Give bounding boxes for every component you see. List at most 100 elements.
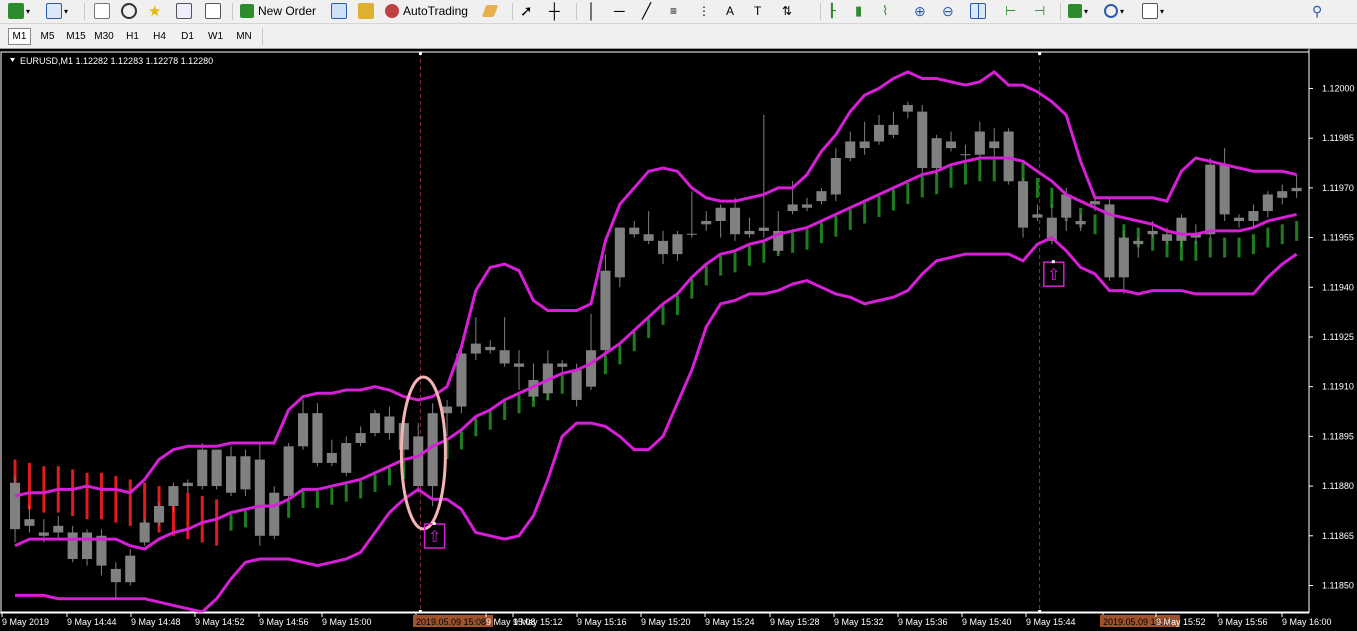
candle-body: [1118, 237, 1129, 278]
time-tick-label: 9 May 15:16: [577, 617, 627, 627]
candle: [139, 519, 150, 546]
buy-marker-handle: [1051, 260, 1055, 264]
search-icon[interactable]: ⚲: [1312, 2, 1322, 20]
crosshair-icon[interactable]: ┼: [549, 2, 560, 20]
candle-body: [874, 124, 885, 142]
candle-body: [197, 449, 208, 487]
cursor-icon[interactable]: ➚: [520, 2, 533, 20]
candle-body: [298, 413, 309, 447]
new-order-icon: [240, 4, 254, 18]
metaeditor-icon[interactable]: [358, 2, 374, 20]
navigator-icon[interactable]: [121, 2, 137, 20]
time-tick-label: 9 May 15:36: [898, 617, 948, 627]
candle-body: [384, 416, 395, 434]
price-tick-label: 1.12000: [1322, 83, 1355, 93]
timeframe-h4[interactable]: H4: [148, 28, 171, 45]
tile-windows-icon[interactable]: [970, 2, 986, 20]
timeframe-m30[interactable]: M30: [91, 28, 117, 45]
candle-body: [643, 234, 654, 241]
candle: [1104, 197, 1115, 281]
fibonacci-icon[interactable]: ≡: [670, 2, 677, 20]
candlestick-icon[interactable]: ▮: [855, 2, 862, 20]
candle-body: [1248, 211, 1259, 221]
candle-body: [802, 204, 813, 208]
candle-body: [125, 555, 136, 583]
candle-body: [586, 350, 597, 387]
favorites-icon[interactable]: ★: [148, 2, 161, 20]
timeframe-d1[interactable]: D1: [176, 28, 199, 45]
new-order-button[interactable]: New Order: [240, 2, 316, 20]
candle-body: [888, 124, 899, 135]
candle-body: [672, 234, 683, 255]
candle-body: [211, 449, 222, 487]
autoscroll-icon[interactable]: ⊣: [1034, 2, 1045, 20]
timeframe-m1[interactable]: M1: [8, 28, 31, 45]
candle-body: [1205, 164, 1216, 235]
horizontal-line-icon[interactable]: ─: [614, 2, 625, 20]
text-icon[interactable]: A: [726, 2, 734, 20]
candle: [283, 443, 294, 500]
candle-body: [1133, 240, 1144, 245]
price-tick-label: 1.11955: [1322, 233, 1354, 243]
price-tick-label: 1.11865: [1322, 531, 1354, 541]
price-tick-label: 1.11910: [1322, 382, 1354, 392]
candle: [269, 486, 280, 540]
candle-body: [859, 141, 870, 149]
indicators-icon[interactable]: ▾: [1068, 2, 1088, 20]
candle-body: [499, 350, 510, 364]
candle-body: [1234, 217, 1245, 221]
timeframe-mn[interactable]: MN: [231, 28, 257, 45]
candle-body: [845, 141, 856, 159]
price-chart[interactable]: ⇧ ⇧ 1.12000 1.11985 1.11970 1.11955 1.11940 1.…: [0, 49, 1357, 631]
time-tick-label: 9 May 15:32: [834, 617, 884, 627]
candle: [154, 502, 165, 526]
candle-body: [1176, 217, 1187, 241]
candle-body: [571, 370, 582, 400]
time-tick-label: 9 May 14:48: [131, 617, 181, 627]
candle-body: [485, 346, 496, 351]
periodicity-icon[interactable]: ▾: [1104, 2, 1124, 20]
candle-body: [816, 191, 827, 202]
time-tick-label: 9 May 2019: [2, 617, 49, 627]
fibonacci-fan-icon[interactable]: ⋮: [698, 2, 710, 20]
zoom-out-icon[interactable]: ⊖: [942, 2, 954, 20]
eraser-icon[interactable]: [481, 2, 499, 20]
candle-body: [629, 227, 640, 235]
candle-body: [1003, 131, 1014, 182]
candle-body: [830, 158, 841, 195]
chart-info-label: EURUSD,M1 1.12282 1.12283 1.12278 1.1228…: [20, 56, 213, 66]
candle-body: [341, 443, 352, 473]
bar-chart-icon[interactable]: ┠: [828, 2, 836, 20]
strategy-tester-icon[interactable]: [205, 2, 221, 20]
buy-marker-handle: [432, 521, 436, 525]
candle-body: [946, 141, 957, 149]
chart-shift-icon[interactable]: ⊢: [1005, 2, 1016, 20]
arrows-icon[interactable]: ⇅: [782, 2, 792, 20]
profiles-icon[interactable]: ▾: [46, 2, 68, 20]
line-chart-icon[interactable]: ⌇: [882, 2, 888, 20]
text-label-icon[interactable]: T: [754, 2, 761, 20]
chart-window-icon[interactable]: [331, 2, 347, 20]
autotrading-button[interactable]: AutoTrading: [385, 2, 468, 20]
candle: [370, 409, 381, 437]
vertical-line-icon[interactable]: │: [587, 2, 596, 20]
timeframe-h1[interactable]: H1: [121, 28, 144, 45]
candle-body: [1032, 214, 1043, 218]
zoom-in-icon[interactable]: ⊕: [914, 2, 926, 20]
trendline-icon[interactable]: ╱: [642, 2, 651, 20]
candle: [240, 449, 251, 497]
new-chart-icon[interactable]: ▾: [8, 2, 30, 20]
market-watch-icon[interactable]: [94, 2, 110, 20]
candle-body: [917, 111, 928, 168]
timeframe-m5[interactable]: M5: [36, 28, 59, 45]
candle-body: [989, 141, 1000, 149]
templates-icon[interactable]: ▾: [1142, 2, 1164, 20]
time-tick-label: 9 May 14:52: [195, 617, 245, 627]
chart-window[interactable]: ⇧ ⇧ 1.12000 1.11985 1.11970 1.11955 1.11940 1.…: [0, 49, 1357, 631]
buy-arrow-icon: ⇧: [428, 529, 441, 546]
timeframe-m15[interactable]: M15: [63, 28, 89, 45]
autotrading-label: AutoTrading: [403, 4, 468, 18]
price-tick-label: 1.11880: [1322, 481, 1354, 491]
data-window-icon[interactable]: [176, 2, 192, 20]
timeframe-w1[interactable]: W1: [204, 28, 227, 45]
